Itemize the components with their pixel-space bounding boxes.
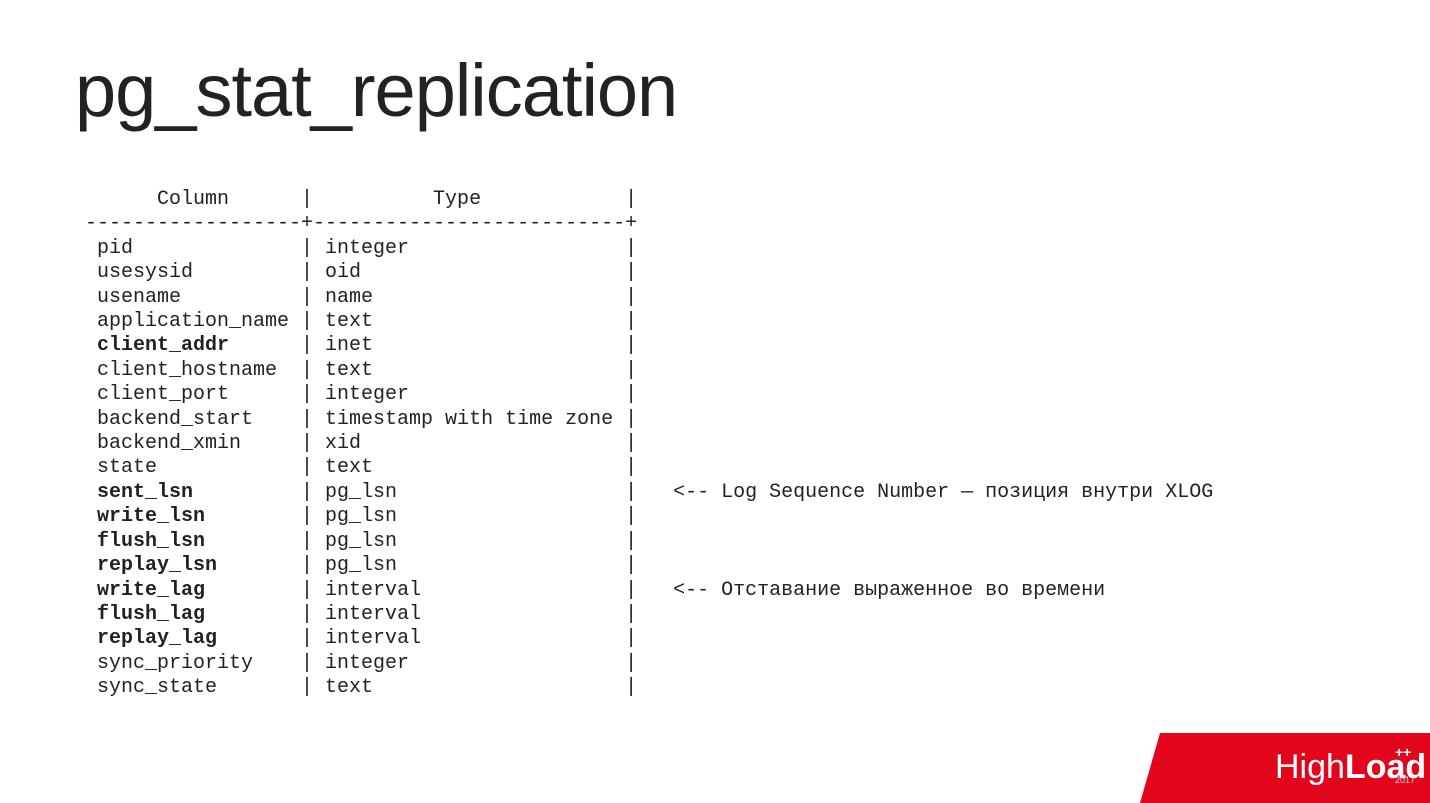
column-name-bold: replay_lag	[85, 627, 301, 650]
column-name-bold: flush_lsn	[85, 530, 301, 553]
table-definition: Column | Type | ------------------+-----…	[0, 133, 1430, 701]
logo-high: High	[1275, 748, 1345, 786]
column-name-bold: client_addr	[85, 334, 301, 357]
column-name-bold: replay_lsn	[85, 554, 301, 577]
column-name-bold: flush_lag	[85, 603, 301, 626]
highload-logo: HighLoad ++ 2017	[1120, 733, 1430, 803]
column-name-bold: write_lsn	[85, 505, 301, 528]
slide-title: pg_stat_replication	[0, 0, 1430, 133]
column-name-bold: sent_lsn	[85, 481, 301, 504]
logo-plus: ++	[1395, 744, 1411, 760]
logo-year: 2017	[1395, 775, 1415, 785]
column-name-bold: write_lag	[85, 579, 301, 602]
